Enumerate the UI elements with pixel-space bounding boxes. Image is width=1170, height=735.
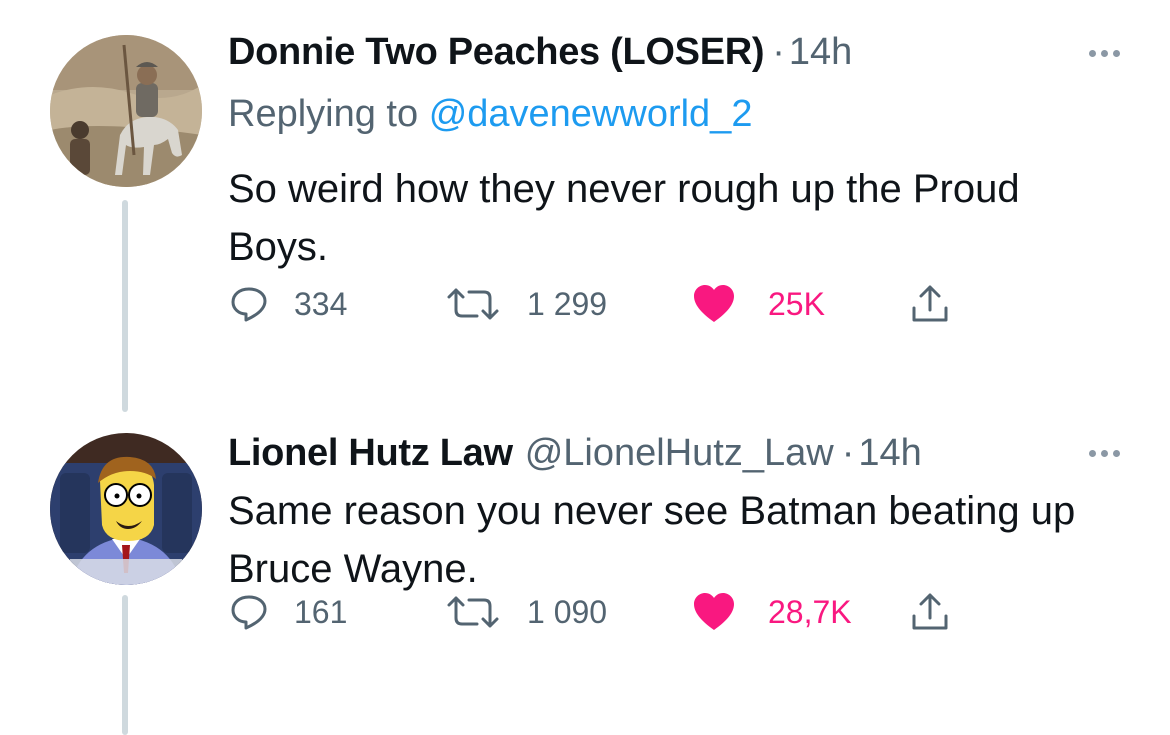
more-dot [1113, 450, 1120, 457]
more-dot [1101, 50, 1108, 57]
reply-icon [231, 287, 267, 322]
tweet-text: Same reason you never see Batman beating… [228, 489, 1076, 591]
tweet[interactable]: Lionel Hutz Law @LionelHutz_Law · 14h Sa… [0, 410, 1170, 735]
more-options-icon[interactable] [1089, 450, 1120, 457]
reply-icon [231, 595, 267, 630]
separator-dot: · [841, 432, 855, 474]
retweet-icon [447, 288, 499, 320]
tweet-text: So weird how they never rough up the Pro… [228, 167, 1020, 269]
reply-count: 161 [294, 593, 348, 630]
more-options-icon[interactable] [1089, 50, 1120, 57]
like-button[interactable]: 28,7K [692, 592, 852, 632]
thread-line [122, 200, 128, 412]
separator-dot: · [772, 31, 785, 73]
retweet-count: 1 299 [527, 285, 608, 322]
timestamp[interactable]: 14h [858, 432, 921, 475]
more-dot [1113, 50, 1120, 57]
thread-line [122, 595, 128, 735]
cartoon-lawyer-avatar-icon [50, 433, 202, 585]
tweet-header: Donnie Two Peaches (LOSER) · 14h [228, 31, 852, 74]
heart-icon [694, 593, 734, 630]
more-dot [1101, 450, 1108, 457]
knight-on-horse-avatar-icon [50, 35, 202, 187]
retweet-button[interactable]: 1 090 [445, 594, 607, 631]
retweet-count: 1 090 [527, 593, 608, 630]
more-dot [1089, 50, 1096, 57]
tweet-header: Lionel Hutz Law @LionelHutz_Law · 14h [228, 432, 922, 475]
retweet-button[interactable]: 1 299 [445, 286, 607, 323]
timestamp[interactable]: 14h [789, 31, 852, 74]
reply-button[interactable]: 334 [230, 286, 347, 323]
reply-count: 334 [294, 285, 348, 322]
like-count: 25K [768, 285, 825, 322]
replying-to: Replying to @davenewworld_2 [228, 93, 752, 136]
replying-label: Replying to [228, 93, 419, 135]
user-avatar[interactable] [50, 35, 202, 187]
heart-icon [694, 285, 734, 322]
reply-button[interactable]: 161 [230, 594, 347, 631]
share-icon [912, 285, 948, 322]
user-handle[interactable]: @LionelHutz_Law [525, 432, 834, 475]
share-icon [912, 593, 948, 630]
reply-mention-link[interactable]: @davenewworld_2 [429, 93, 753, 135]
tweet[interactable]: Donnie Two Peaches (LOSER) · 14h Replyin… [0, 0, 1170, 412]
more-dot [1089, 450, 1096, 457]
like-button[interactable]: 25K [692, 284, 825, 324]
user-avatar[interactable] [50, 433, 202, 585]
retweet-icon [447, 596, 499, 628]
share-button[interactable] [910, 284, 950, 324]
display-name[interactable]: Lionel Hutz Law [228, 432, 513, 475]
share-button[interactable] [910, 592, 950, 632]
like-count: 28,7K [768, 593, 852, 630]
display-name[interactable]: Donnie Two Peaches (LOSER) [228, 31, 765, 74]
